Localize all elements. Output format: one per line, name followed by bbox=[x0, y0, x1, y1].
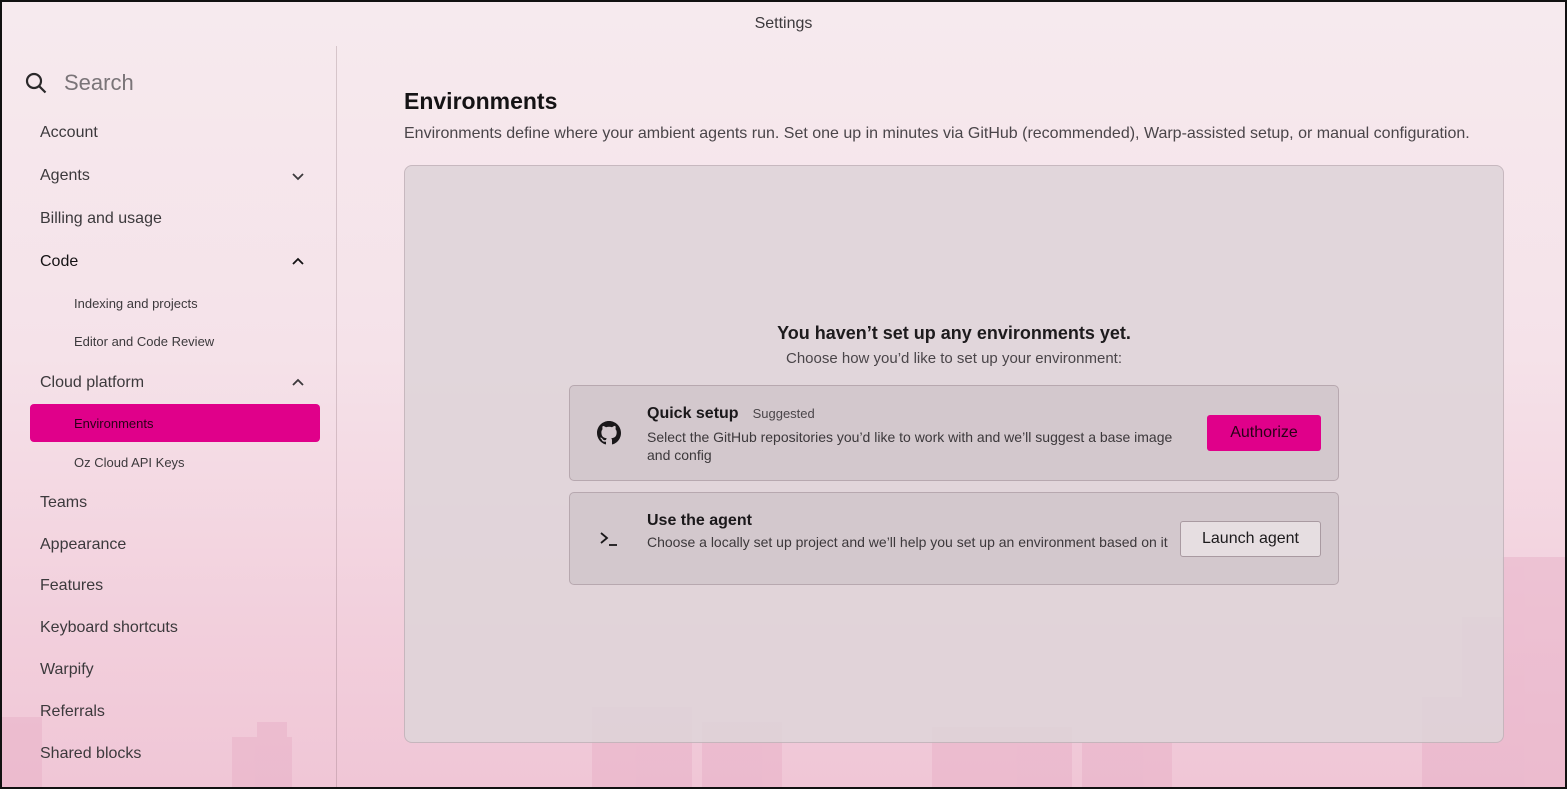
sidebar-item-label: Features bbox=[40, 577, 104, 594]
page-description: Environments define where your ambient a… bbox=[404, 125, 1470, 142]
quick-setup-description: Select the GitHub repositories you’d lik… bbox=[647, 429, 1173, 463]
sidebar-item-label: Warpify bbox=[40, 661, 94, 678]
github-icon bbox=[597, 421, 621, 445]
sidebar-item-warpify[interactable]: Warpify bbox=[40, 656, 318, 684]
authorize-button[interactable]: Authorize bbox=[1207, 415, 1321, 451]
sidebar-item-billing[interactable]: Billing and usage bbox=[40, 205, 318, 233]
sidebar-item-label: Cloud platform bbox=[40, 374, 145, 391]
sidebar-item-label: Referrals bbox=[40, 703, 105, 720]
sidebar-item-label: Shared blocks bbox=[40, 745, 142, 762]
sidebar-subitem-label: Environments bbox=[74, 415, 154, 431]
sidebar-item-label: Account bbox=[40, 124, 98, 141]
sidebar-item-label: Appearance bbox=[40, 536, 127, 553]
sidebar-item-features[interactable]: Features bbox=[40, 572, 318, 600]
sidebar-item-label: Keyboard shortcuts bbox=[40, 619, 178, 636]
sidebar-subitem-editor-code-review[interactable]: Editor and Code Review bbox=[74, 330, 214, 352]
chevron-down-icon bbox=[292, 173, 304, 181]
empty-state-subtitle: Choose how you’d like to set up your env… bbox=[785, 350, 1123, 367]
sidebar-item-agents[interactable]: Agents bbox=[40, 162, 318, 190]
search-icon bbox=[25, 72, 47, 94]
sidebar-item-cloud-platform[interactable]: Cloud platform bbox=[40, 369, 318, 397]
sidebar-subitem-indexing[interactable]: Indexing and projects bbox=[74, 292, 198, 314]
environments-panel: You haven’t set up any environments yet.… bbox=[404, 165, 1504, 743]
empty-state-title: You haven’t set up any environments yet. bbox=[777, 323, 1131, 343]
sidebar-subitem-oz-cloud-api-keys[interactable]: Oz Cloud API Keys bbox=[74, 451, 185, 473]
quick-setup-option: Quick setup Suggested Select the GitHub r… bbox=[569, 385, 1339, 481]
search-box[interactable]: Search bbox=[24, 70, 134, 96]
sidebar-item-referrals[interactable]: Referrals bbox=[40, 698, 318, 726]
sidebar-item-teams[interactable]: Teams bbox=[40, 489, 318, 517]
suggested-badge: Suggested bbox=[752, 406, 815, 421]
sidebar-item-label: Teams bbox=[40, 494, 88, 511]
sidebar-item-label: Agents bbox=[40, 167, 90, 184]
sidebar-item-code[interactable]: Code bbox=[40, 248, 318, 276]
sidebar-item-shared-blocks[interactable]: Shared blocks bbox=[40, 740, 318, 768]
sidebar-item-label: Code bbox=[40, 253, 79, 270]
use-agent-option: Use the agent Choose a locally set up pr… bbox=[569, 492, 1339, 585]
settings-window: Settings Search Account Agents Billing a… bbox=[0, 0, 1567, 789]
sidebar-item-account[interactable]: Account bbox=[40, 119, 318, 147]
terminal-prompt-icon bbox=[600, 532, 617, 546]
settings-sidebar: Search Account Agents Billing and usage … bbox=[2, 46, 337, 787]
option-name: Quick setup bbox=[647, 405, 739, 422]
window-title: Settings bbox=[754, 15, 813, 32]
settings-content: Environments Environments define where y… bbox=[337, 46, 1565, 787]
quick-setup-title: Quick setup Suggested bbox=[647, 405, 815, 423]
sidebar-item-keyboard-shortcuts[interactable]: Keyboard shortcuts bbox=[40, 614, 318, 642]
use-agent-description: Choose a locally set up project and we’l… bbox=[647, 534, 1168, 550]
chevron-up-icon bbox=[292, 378, 304, 386]
launch-agent-button[interactable]: Launch agent bbox=[1180, 521, 1321, 557]
use-agent-title: Use the agent bbox=[647, 512, 752, 529]
chevron-up-icon bbox=[292, 257, 304, 265]
search-input[interactable]: Search bbox=[64, 70, 134, 96]
sidebar-item-label: Billing and usage bbox=[40, 210, 162, 227]
sidebar-subitem-environments[interactable]: Environments bbox=[30, 404, 320, 442]
page-title: Environments bbox=[404, 88, 558, 114]
sidebar-item-appearance[interactable]: Appearance bbox=[40, 531, 318, 559]
